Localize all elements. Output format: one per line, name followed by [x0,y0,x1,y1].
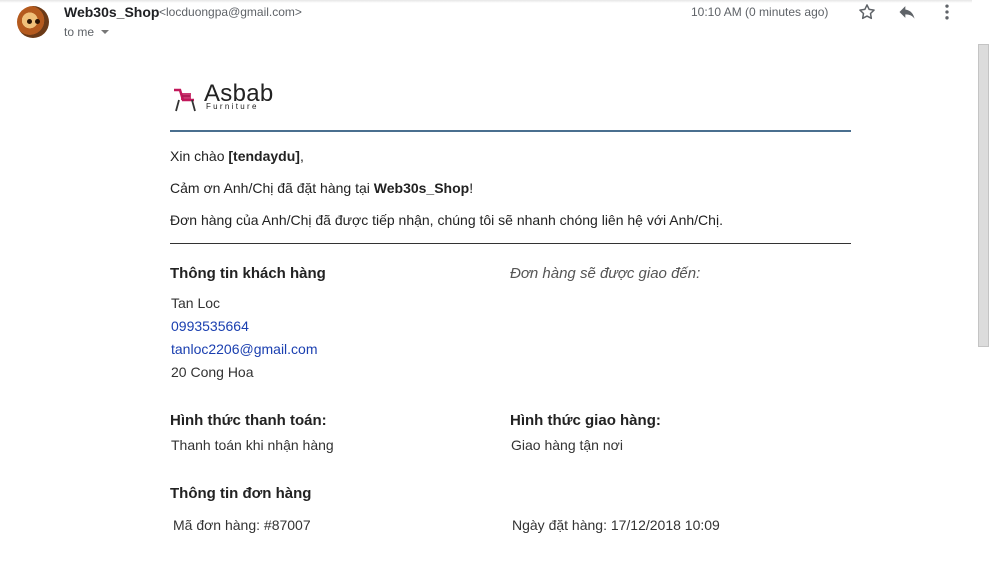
scrollbar-thumb[interactable] [978,44,989,347]
header-divider [170,130,851,132]
greeting-name: [tendaydu] [228,148,300,164]
avatar-eye-right [35,19,40,24]
shipping-value: Giao hàng tận nơi [511,437,623,453]
top-shadow [0,0,972,3]
thanks-suffix: ! [469,180,474,196]
customer-email-link[interactable]: tanloc2206@gmail.com [171,341,318,357]
payment-heading: Hình thức thanh toán: [170,412,327,429]
customer-heading: Thông tin khách hàng [170,265,326,282]
sender-email: <locduongpa@gmail.com> [159,5,302,19]
order-notice: Đơn hàng của Anh/Chị đã được tiếp nhận, … [170,212,723,228]
thanks-shop: Web30s_Shop [373,180,470,196]
sender-name[interactable]: Web30s_Shop [64,4,159,20]
brand-logo: Asbab Furniture [170,80,280,116]
thanks-line: Cảm ơn Anh/Chị đã đặt hàng tại Web30s_Sh… [170,180,473,196]
reply-icon[interactable] [897,2,917,22]
order-date: Ngày đặt hàng: 17/12/2018 10:09 [512,517,720,533]
email-timestamp: 10:10 AM (0 minutes ago) [691,5,829,19]
order-code: Mã đơn hàng: #87007 [173,517,311,533]
greeting-prefix: Xin chào [170,148,229,164]
order-heading: Thông tin đơn hàng [170,485,312,502]
customer-address: 20 Cong Hoa [171,364,254,380]
chair-icon [174,88,196,112]
content-divider [170,243,851,244]
delivery-heading: Đơn hàng sẽ được giao đến: [510,265,701,282]
recipient-label[interactable]: to me [64,25,94,39]
customer-name: Tan Loc [171,295,221,311]
payment-value: Thanh toán khi nhận hàng [171,437,334,453]
sender-avatar[interactable] [17,6,49,38]
star-icon[interactable] [857,2,877,22]
customer-phone-link[interactable]: 0993535664 [171,318,249,334]
more-vert-icon[interactable] [937,2,957,22]
logo-subtitle: Furniture [206,102,259,111]
avatar-eye-left [27,19,32,24]
chevron-down-icon[interactable] [101,30,109,34]
greeting-line: Xin chào [tendaydu], [170,148,304,164]
thanks-prefix: Cảm ơn Anh/Chị đã đặt hàng tại [170,180,374,196]
greeting-suffix: , [299,148,304,164]
shipping-heading: Hình thức giao hàng: [510,412,661,429]
